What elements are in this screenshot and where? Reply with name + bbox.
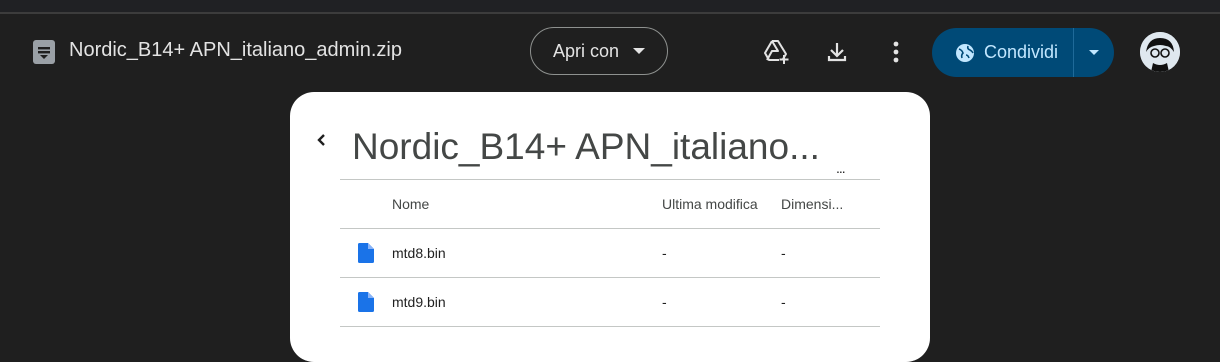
download-button[interactable] xyxy=(817,32,857,72)
back-arrow-icon[interactable] xyxy=(314,132,330,148)
column-header-modified[interactable]: Ultima modifica xyxy=(662,180,758,228)
table-header: Nome Ultima modifica Dimensi... xyxy=(340,179,880,228)
file-name: mtd9.bin xyxy=(392,294,446,310)
window-top-bar xyxy=(0,0,1220,14)
share-control: Condividi xyxy=(932,28,1114,77)
column-header-size[interactable]: Dimensi... xyxy=(781,180,843,228)
file-modified: - xyxy=(662,294,667,310)
file-icon xyxy=(358,292,374,312)
table-row[interactable]: mtd8.bin - - xyxy=(340,228,880,277)
file-icon xyxy=(358,243,374,263)
share-dropdown-button[interactable] xyxy=(1074,28,1114,77)
share-label: Condividi xyxy=(984,42,1059,62)
avatar[interactable] xyxy=(1140,32,1180,72)
add-to-drive-icon xyxy=(764,40,789,64)
title-more-indicator[interactable]: ... xyxy=(836,160,846,176)
open-with-label: Apri con xyxy=(552,40,620,61)
more-options-button[interactable] xyxy=(876,32,916,72)
file-modified: - xyxy=(662,245,667,261)
add-to-drive-button[interactable] xyxy=(757,32,797,72)
chevron-down-icon xyxy=(1089,50,1099,55)
panel-title: Nordic_B14+ APN_italiano... xyxy=(352,126,820,167)
file-title: Nordic_B14+ APN_italiano_admin.zip xyxy=(69,39,402,61)
file-table: Nome Ultima modifica Dimensi... mtd8.bin… xyxy=(340,179,880,327)
file-name: mtd8.bin xyxy=(392,245,446,261)
zip-preview-panel: Nordic_B14+ APN_italiano... ... Nome Ult… xyxy=(290,92,930,362)
table-row[interactable]: mtd9.bin - - xyxy=(340,277,880,327)
avatar-image xyxy=(1140,32,1180,72)
globe-icon xyxy=(956,43,974,62)
chevron-down-icon xyxy=(633,48,646,54)
download-icon xyxy=(827,43,847,62)
share-button[interactable]: Condividi xyxy=(932,28,1073,77)
zip-file-icon xyxy=(33,40,55,64)
column-header-name[interactable]: Nome xyxy=(392,180,429,228)
more-vert-icon xyxy=(893,41,899,63)
file-size: - xyxy=(781,294,786,310)
file-size: - xyxy=(781,245,786,261)
open-with-button[interactable]: Apri con xyxy=(530,27,668,75)
